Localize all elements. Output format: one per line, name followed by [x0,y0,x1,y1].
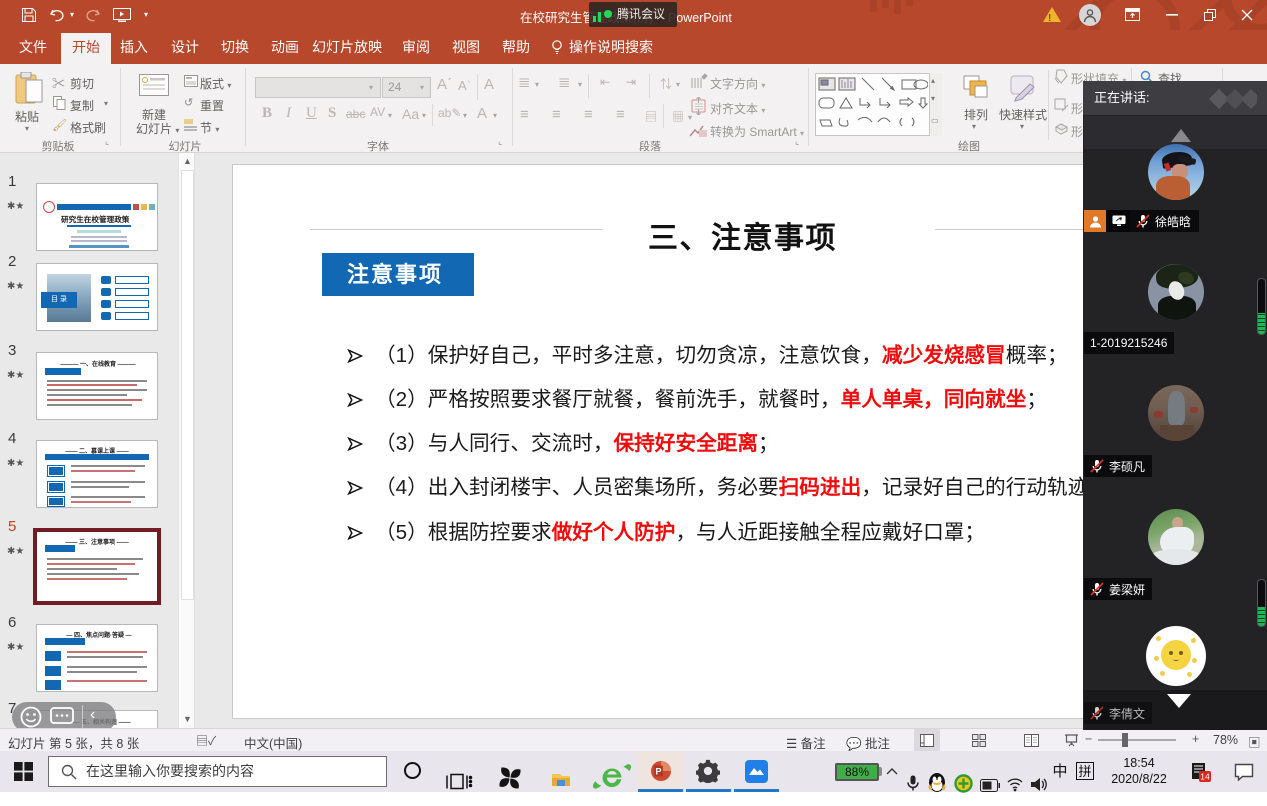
svg-text:14: 14 [1200,772,1210,782]
svg-text:P: P [655,767,661,777]
